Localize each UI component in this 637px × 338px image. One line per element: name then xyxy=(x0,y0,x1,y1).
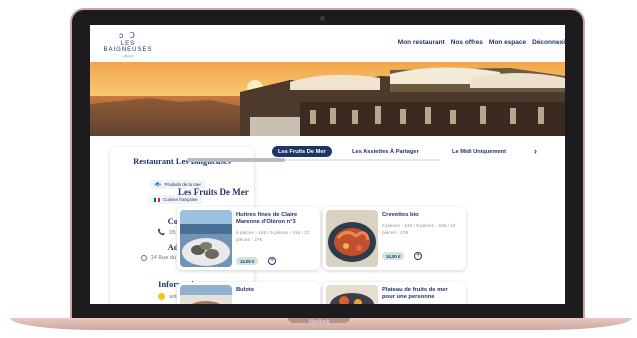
nav-mon-restaurant[interactable]: Mon restaurant xyxy=(398,39,445,46)
dish-photo xyxy=(180,210,232,267)
phone-icon: 📞 xyxy=(157,230,166,236)
camera-icon xyxy=(320,16,325,21)
tab-assiettes-a-partager[interactable]: Les Assiettes À Partager xyxy=(352,146,419,157)
price-badge: 14.00 € xyxy=(236,257,259,265)
dish-name: Bulots xyxy=(236,287,255,293)
dish-photo xyxy=(326,210,378,267)
dish-photo xyxy=(180,285,232,304)
fish-icon: 🐟 xyxy=(154,182,162,188)
laptop-brand-label: MacBook xyxy=(308,319,330,325)
nav-mon-espace[interactable]: Mon espace xyxy=(489,39,526,46)
logo-mark: ↄ Ↄ xyxy=(119,31,137,40)
site-header: ↄ Ↄ LES BAIGNEUSES à Biarritz Mon restau… xyxy=(90,25,565,62)
dish-card[interactable]: Bulots xyxy=(177,282,320,304)
sun-icon xyxy=(158,293,166,300)
dish-description: 6 pièces - 14€ / 9 pièces - 21€ / 12 piè… xyxy=(382,224,456,236)
dish-name: Crevettes bio xyxy=(382,212,419,218)
add-to-cart-button[interactable]: + xyxy=(268,257,276,265)
chevron-right-icon[interactable]: › xyxy=(534,146,537,157)
logo-name: LES BAIGNEUSES xyxy=(103,41,153,53)
french-flag-icon xyxy=(154,197,160,202)
hero-image xyxy=(90,62,565,136)
screen: ↄ Ↄ LES BAIGNEUSES à Biarritz Mon restau… xyxy=(90,25,565,304)
dish-name: Huitres fines de Claire Marenne d'Oléron… xyxy=(236,212,298,225)
nav-deconnexion[interactable]: Déconnexi xyxy=(532,39,565,46)
location-pin-icon xyxy=(140,255,147,261)
dish-card[interactable]: Plateau de fruits de mer pour une person… xyxy=(323,282,466,304)
tag-label: Cuisine française xyxy=(163,197,198,202)
menu-category-tabs: Les Fruits De Mer Les Assiettes À Partag… xyxy=(272,146,555,160)
dish-card[interactable]: Huitres fines de Claire Marenne d'Oléron… xyxy=(177,207,320,270)
price-badge: 14.00 € xyxy=(382,252,405,260)
tab-midi-uniquement[interactable]: Le Midi Uniquement xyxy=(452,146,506,157)
main-nav: Mon restaurant Nos offres Mon espace Déc… xyxy=(398,39,565,46)
logo-sub: à Biarritz xyxy=(122,54,134,58)
dish-name: Plateau de fruits de mer pour une person… xyxy=(382,287,448,300)
logo[interactable]: ↄ Ↄ LES BAIGNEUSES à Biarritz xyxy=(100,31,156,58)
add-to-cart-button[interactable]: + xyxy=(414,252,422,260)
nav-nos-offres[interactable]: Nos offres xyxy=(451,39,483,46)
dish-photo xyxy=(326,285,378,304)
dish-card[interactable]: Crevettes bio 6 pièces - 14€ / 9 pièces … xyxy=(323,207,466,270)
tabs-scrollbar-thumb[interactable] xyxy=(187,158,285,162)
tab-fruits-de-mer[interactable]: Les Fruits De Mer xyxy=(272,146,332,157)
dish-description: 6 pièces - 14€ / 9 pièces - 21€ / 12 piè… xyxy=(236,231,310,243)
section-heading: Les Fruits De Mer xyxy=(178,187,249,197)
